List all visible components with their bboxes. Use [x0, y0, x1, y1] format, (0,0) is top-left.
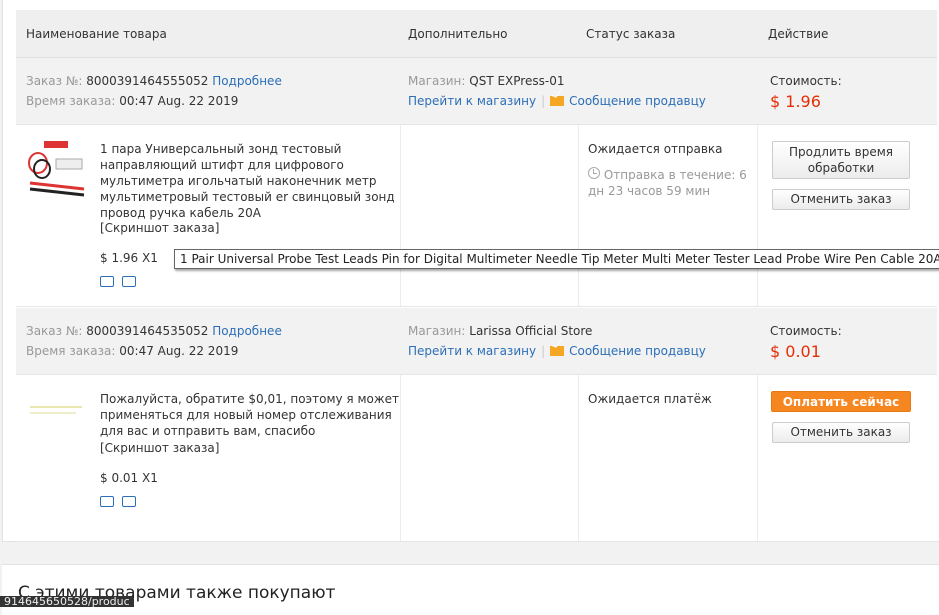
order-time-label: Время заказа: — [26, 94, 116, 108]
store-label: Магазин: — [408, 74, 466, 88]
order-time-label: Время заказа: — [26, 344, 116, 358]
product-title-link[interactable]: Пожалуйста, обратите $0,01, поэтому я мо… — [100, 391, 400, 439]
product-thumbnail[interactable] — [26, 139, 88, 201]
cancel-order-button[interactable]: Отменить заказ — [772, 189, 910, 210]
order-body-2: Пожалуйста, обратите $0,01, поэтому я мо… — [16, 375, 937, 542]
order-number: 8000391464535052 — [86, 324, 209, 338]
col-product-header: Наименование товара — [26, 27, 167, 41]
order-time-line: Время заказа: 00:47 Aug. 22 2019 — [26, 344, 238, 358]
row-icons — [100, 276, 144, 290]
cost-value: $ 0.01 — [770, 342, 821, 361]
browser-status-url: 914645650528/produc — [0, 596, 134, 607]
return-icon[interactable] — [122, 496, 136, 507]
extend-processing-button[interactable]: Продлить время обработки — [772, 141, 910, 179]
store-actions: Перейти к магазину | Сообщение продавцу — [408, 344, 706, 358]
order-header-1: Заказ №: 8000391464555052 Подробнее Врем… — [16, 58, 937, 125]
order-number-line: Заказ №: 8000391464535052 Подробнее — [26, 324, 282, 338]
order-number-line: Заказ №: 8000391464555052 Подробнее — [26, 74, 282, 88]
price-quantity: $ 0.01 X1 — [100, 471, 158, 485]
delivery-truck-icon[interactable] — [100, 496, 114, 507]
cost-label: Стоимость: — [770, 324, 842, 338]
order-time-line: Время заказа: 00:47 Aug. 22 2019 — [26, 94, 238, 108]
shipping-countdown: Отправка в течение: 6 дн 23 часов 59 мин — [588, 168, 747, 198]
row-icons — [100, 496, 144, 510]
store-name: Larissa Official Store — [469, 324, 593, 338]
order-header-2: Заказ №: 8000391464535052 Подробнее Врем… — [16, 308, 937, 375]
order-body-1: 1 пара Универсальный зонд тестовый напра… — [16, 125, 937, 307]
envelope-icon — [550, 346, 565, 356]
store-name: QST EXPress-01 — [469, 74, 565, 88]
col-extra-header: Дополнительно — [408, 27, 508, 41]
order-number: 8000391464555052 — [86, 74, 209, 88]
order-label: Заказ №: — [26, 74, 83, 88]
product-thumbnail[interactable] — [26, 395, 88, 457]
price-quantity: $ 1.96 X1 — [100, 251, 158, 265]
store-line: Магазин: QST EXPress-01 — [408, 74, 564, 88]
clock-icon — [588, 167, 600, 179]
order-status: Ожидается отправка — [588, 142, 723, 156]
col-action-header: Действие — [768, 27, 829, 41]
also-bought-section: С этими товарами также покупают — [2, 564, 939, 615]
cancel-order-button[interactable]: Отменить заказ — [772, 422, 910, 443]
order-screenshot-link[interactable]: [Скриншот заказа] — [100, 221, 219, 235]
order-label: Заказ №: — [26, 324, 83, 338]
order-details-link[interactable]: Подробнее — [212, 74, 282, 88]
cost-label: Стоимость: — [770, 74, 842, 88]
table-header: Наименование товара Дополнительно Статус… — [16, 10, 937, 58]
pay-now-button[interactable]: Оплатить сейчас — [771, 391, 911, 412]
store-label: Магазин: — [408, 324, 466, 338]
status-note: Отправка в течение: 6 дн 23 часов 59 мин — [588, 167, 758, 199]
goto-store-link[interactable]: Перейти к магазину — [408, 344, 536, 358]
message-seller-link[interactable]: Сообщение продавцу — [569, 344, 706, 358]
store-line: Магазин: Larissa Official Store — [408, 324, 592, 338]
order-status: Ожидается платёж — [588, 392, 712, 406]
product-title-tooltip: 1 Pair Universal Probe Test Leads Pin fo… — [174, 249, 939, 269]
order-screenshot-link[interactable]: [Скриншот заказа] — [100, 441, 219, 455]
store-actions: Перейти к магазину | Сообщение продавцу — [408, 94, 706, 108]
delivery-truck-icon[interactable] — [100, 276, 114, 287]
col-status-header: Статус заказа — [586, 27, 676, 41]
order-time: 00:47 Aug. 22 2019 — [119, 94, 239, 108]
return-icon[interactable] — [122, 276, 136, 287]
cost-value: $ 1.96 — [770, 92, 821, 111]
message-seller-link[interactable]: Сообщение продавцу — [569, 94, 706, 108]
goto-store-link[interactable]: Перейти к магазину — [408, 94, 536, 108]
product-title-link[interactable]: 1 пара Универсальный зонд тестовый напра… — [100, 141, 400, 221]
order-time: 00:47 Aug. 22 2019 — [119, 344, 239, 358]
order-details-link[interactable]: Подробнее — [212, 324, 282, 338]
envelope-icon — [550, 96, 565, 106]
